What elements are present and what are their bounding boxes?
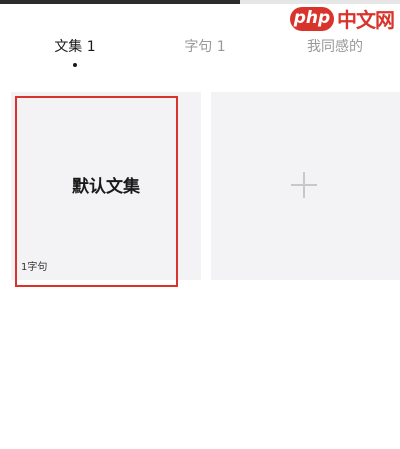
watermark-text: 中文网: [337, 8, 395, 32]
collection-title: 默认文集: [72, 177, 140, 197]
tab-sentences-label: 字句 1: [184, 39, 226, 55]
plus-icon: [291, 172, 317, 198]
tab-bar: 文集 1 字句 1 我同感的: [0, 36, 400, 70]
watermark-badge: php: [290, 6, 334, 31]
tab-collections-label: 文集 1: [54, 39, 96, 55]
tab-resonated-label: 我同感的: [307, 39, 363, 55]
collection-card-default[interactable]: 默认文集 1字句: [11, 92, 201, 280]
page: php 中文网 文集 1 字句 1 我同感的 默认文集 1字句: [0, 0, 400, 449]
tab-sentences[interactable]: 字句 1: [145, 36, 265, 56]
collection-sentence-count: 1字句: [21, 262, 48, 273]
tab-collections[interactable]: 文集 1: [15, 36, 135, 67]
watermark-badge-text: php: [293, 8, 331, 28]
add-collection-card[interactable]: [211, 92, 400, 280]
watermark-logo: php 中文网: [290, 4, 395, 33]
tab-resonated[interactable]: 我同感的: [275, 36, 395, 56]
top-progress-fill: [0, 0, 240, 4]
active-tab-dot: [73, 63, 77, 67]
